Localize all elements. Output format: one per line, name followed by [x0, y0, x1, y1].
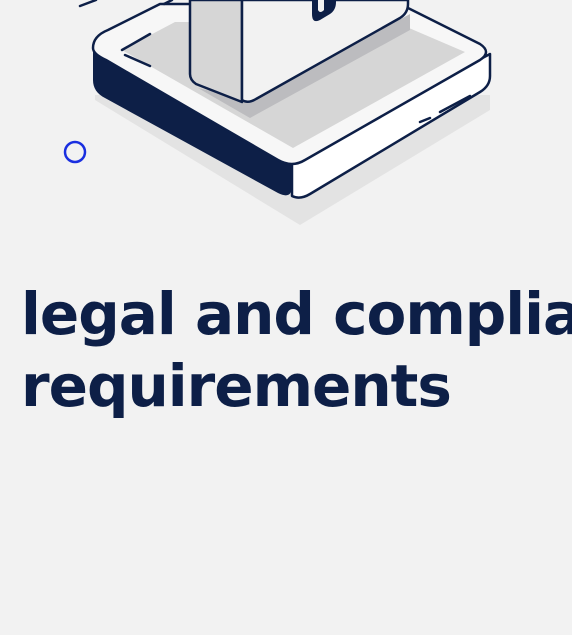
lock-platform-illustration: [63, 0, 492, 225]
page-headline: legal and complian requirements: [21, 278, 572, 422]
headline-line-2: requirements: [21, 352, 452, 420]
keyhole-highlight: [318, 0, 324, 12]
page: legal and complian requirements: [0, 0, 572, 635]
headline-line-1: legal and complian: [21, 280, 572, 348]
blue-ring-dot-icon: [63, 140, 87, 164]
